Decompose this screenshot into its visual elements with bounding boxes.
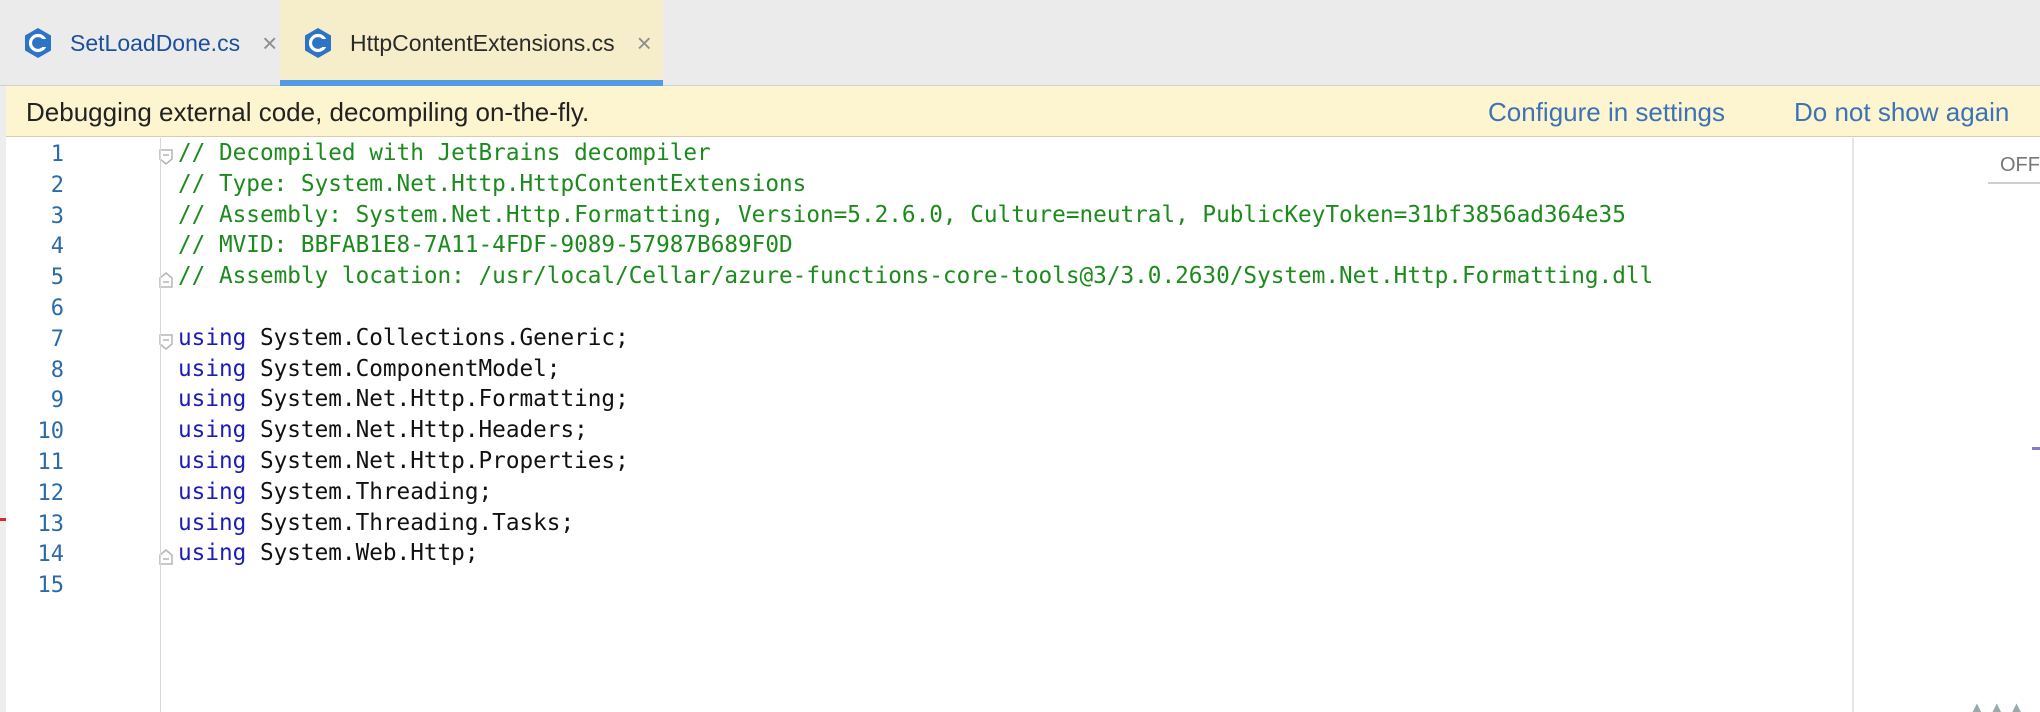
tab-label: SetLoadDone.cs [70,29,241,56]
code-text: using System.Net.Http.Properties; [178,448,629,474]
right-panel-divider [1852,138,1854,712]
line-number: 6 [50,296,64,321]
code-text: using System.Net.Http.Headers; [178,417,588,443]
line-number: 4 [50,234,64,260]
keyword-token: using [178,355,247,382]
keyword-token: using [178,417,247,444]
code-text: // Assembly: System.Net.Http.Formatting,… [178,202,1626,228]
line-number: 11 [37,450,65,475]
line-number: 1 [50,142,64,167]
keyword-token: using [178,324,247,351]
keyword-token: using [178,448,247,474]
code-text: // MVID: BBFAB1E8-7A11-4FDF-9089-57987B6… [178,232,793,258]
keyword-token: using [178,509,247,536]
code-token: System.Threading; [246,478,493,505]
line-number: 8 [50,357,64,383]
code-token: System.Collections.Generic; [246,324,629,351]
keyword-token: using [178,386,247,413]
comment-token: // Type: System.Net.Http.HttpContentExte… [178,170,807,197]
comment-token: // Assembly: System.Net.Http.Formatting,… [178,201,1626,228]
code-text: using System.Web.Http; [178,540,479,566]
code-text: using System.Collections.Generic; [178,325,629,351]
code-token: System.Web.Http; [246,540,479,567]
code-token: System.ComponentModel; [246,355,561,382]
line-number: 5 [50,265,64,291]
line-number: 10 [37,419,65,445]
line-number: 7 [50,326,64,352]
csharp-file-icon [25,28,51,58]
comment-token: // Decompiled with JetBrains decompiler [178,140,711,166]
code-text: using System.Net.Http.Formatting; [178,386,629,412]
line-number: 15 [37,573,65,599]
comment-token: // MVID: BBFAB1E8-7A11-4FDF-9089-57987B6… [178,232,793,259]
tab-httpcontentextensions[interactable]: HttpContentExtensions.cs × [280,0,663,86]
code-line[interactable]: 15 [6,567,1852,607]
line-number: 13 [37,511,65,537]
code-editor[interactable]: 1 // Decompiled with JetBrains decompiler… [6,138,2040,712]
code-text: using System.ComponentModel; [178,356,560,382]
code-text: // Assembly location: /usr/local/Cellar/… [178,263,1653,289]
code-token: System.Net.Http.Headers; [246,417,588,444]
off-toggle-button[interactable]: OFF [1988,148,2040,184]
scroll-indicator: ▲▲▲ [1968,698,2028,712]
banner-message: Debugging external code, decompiling on-… [26,97,590,127]
editor-tab-bar: SetLoadDone.cs × HttpContentExtensions.c… [0,0,2040,86]
configure-in-settings-link[interactable]: Configure in settings [1488,97,1725,128]
close-icon[interactable]: × [637,30,652,56]
code-token: System.Net.Http.Formatting; [246,386,629,413]
keyword-token: using [178,540,247,567]
keyword-token: using [178,478,247,505]
code-text: // Type: System.Net.Http.HttpContentExte… [178,171,806,197]
do-not-show-again-link[interactable]: Do not show again [1794,97,2009,128]
line-number: 12 [37,480,65,506]
tab-setloaddone[interactable]: SetLoadDone.cs × [0,0,280,86]
comment-token: // Assembly location: /usr/local/Cellar/… [178,263,1654,290]
line-number: 9 [50,388,64,414]
scroll-marker [2032,447,2040,450]
code-token: System.Threading.Tasks; [246,509,575,536]
close-icon[interactable]: × [262,30,277,56]
line-number: 3 [50,203,64,229]
line-number: 2 [50,172,64,198]
csharp-file-icon [305,28,331,58]
breakpoint-marker [0,518,6,521]
code-text: using System.Threading; [178,479,492,505]
code-token: System.Net.Http.Properties; [246,448,629,474]
gutter-separator [160,138,161,712]
tab-label: HttpContentExtensions.cs [350,29,615,56]
code-text: // Decompiled with JetBrains decompiler [178,140,711,166]
line-number: 14 [37,542,65,568]
code-text: using System.Threading.Tasks; [178,510,574,536]
decompiler-notification-banner: Debugging external code, decompiling on-… [6,86,2040,137]
